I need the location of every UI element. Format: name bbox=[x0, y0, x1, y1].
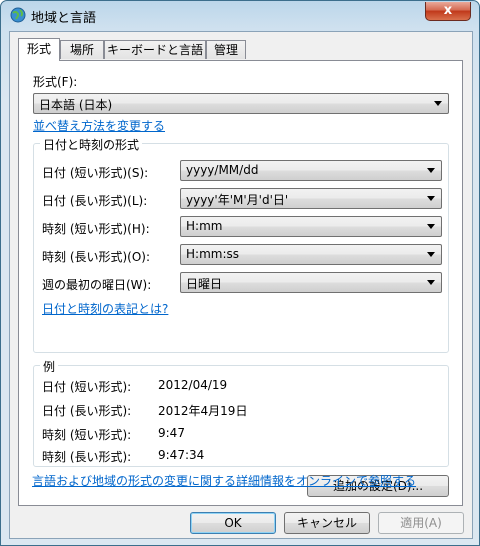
chevron-down-icon bbox=[427, 196, 435, 201]
close-button[interactable]: x bbox=[425, 2, 471, 21]
tab-format[interactable]: 形式 bbox=[18, 38, 60, 61]
online-info-link[interactable]: 言語および地域の形式の変更に関する詳細情報をオンラインで参照する bbox=[32, 472, 416, 489]
short-time-dropdown[interactable]: H:mm bbox=[180, 216, 442, 237]
long-time-dropdown[interactable]: H:mm:ss bbox=[180, 244, 442, 265]
globe-icon bbox=[10, 7, 26, 23]
first-day-of-week-value: 日曜日 bbox=[186, 277, 223, 291]
short-date-dropdown[interactable]: yyyy/MM/dd bbox=[180, 160, 442, 181]
chevron-down-icon bbox=[427, 168, 435, 173]
datetime-format-group: 日付と時刻の形式 日付 (短い形式)(S): yyyy/MM/dd 日付 (長い… bbox=[33, 136, 449, 353]
sort-method-link[interactable]: 並べ替え方法を変更する bbox=[33, 117, 165, 134]
example-short-time-label: 時刻 (短い形式): bbox=[42, 428, 132, 442]
chevron-down-icon bbox=[427, 252, 435, 257]
short-time-label: 時刻 (短い形式)(H): bbox=[42, 222, 150, 236]
dialog-client: 形式 場所 キーボードと言語 管理 形式(F): 日本語 (日本) 並べ替え方法… bbox=[9, 31, 473, 539]
example-long-date-label: 日付 (長い形式): bbox=[42, 404, 132, 418]
chevron-down-icon bbox=[427, 280, 435, 285]
long-date-value: yyyy'年'M'月'd'日' bbox=[186, 193, 289, 207]
apply-button[interactable]: 適用(A) bbox=[378, 512, 464, 534]
format-tab-panel: 形式(F): 日本語 (日本) 並べ替え方法を変更する 日付と時刻の形式 日付 … bbox=[18, 60, 463, 506]
first-day-of-week-label: 週の最初の曜日(W): bbox=[42, 278, 152, 292]
cancel-button[interactable]: キャンセル bbox=[284, 512, 370, 534]
examples-group: 例 日付 (短い形式): 2012/04/19 日付 (長い形式): 2012年… bbox=[33, 358, 449, 467]
long-date-label: 日付 (長い形式)(L): bbox=[42, 194, 148, 208]
example-short-time-value: 9:47 bbox=[158, 426, 185, 440]
chevron-down-icon bbox=[427, 224, 435, 229]
example-long-date-value: 2012年4月19日 bbox=[158, 404, 248, 418]
short-time-value: H:mm bbox=[186, 219, 223, 233]
examples-group-title: 例 bbox=[40, 358, 59, 375]
format-label: 形式(F): bbox=[33, 75, 78, 89]
tab-administrative[interactable]: 管理 bbox=[206, 40, 246, 59]
datetime-group-title: 日付と時刻の形式 bbox=[40, 136, 143, 153]
long-date-dropdown[interactable]: yyyy'年'M'月'd'日' bbox=[180, 188, 442, 209]
region-language-window: 地域と言語 x 形式 場所 キーボードと言語 管理 形式(F): 日本語 (日本… bbox=[0, 0, 480, 546]
long-time-label: 時刻 (長い形式)(O): bbox=[42, 250, 151, 264]
example-short-date-label: 日付 (短い形式): bbox=[42, 380, 132, 394]
title-bar[interactable]: 地域と言語 x bbox=[1, 1, 479, 29]
close-icon: x bbox=[443, 3, 453, 18]
format-dropdown-value: 日本語 (日本) bbox=[39, 98, 113, 112]
chevron-down-icon bbox=[434, 101, 442, 106]
tab-keyboard-language[interactable]: キーボードと言語 bbox=[104, 40, 206, 59]
short-date-value: yyyy/MM/dd bbox=[186, 163, 259, 177]
datetime-notation-link[interactable]: 日付と時刻の表記とは? bbox=[42, 300, 168, 317]
short-date-label: 日付 (短い形式)(S): bbox=[42, 166, 149, 180]
ok-button[interactable]: OK bbox=[190, 512, 276, 534]
example-short-date-value: 2012/04/19 bbox=[158, 378, 228, 392]
format-dropdown[interactable]: 日本語 (日本) bbox=[33, 93, 449, 114]
example-long-time-value: 9:47:34 bbox=[158, 448, 205, 462]
tab-location[interactable]: 場所 bbox=[60, 40, 104, 59]
window-title: 地域と言語 bbox=[31, 11, 97, 26]
long-time-value: H:mm:ss bbox=[186, 247, 239, 261]
first-day-of-week-dropdown[interactable]: 日曜日 bbox=[180, 272, 442, 293]
example-long-time-label: 時刻 (長い形式): bbox=[42, 450, 132, 464]
